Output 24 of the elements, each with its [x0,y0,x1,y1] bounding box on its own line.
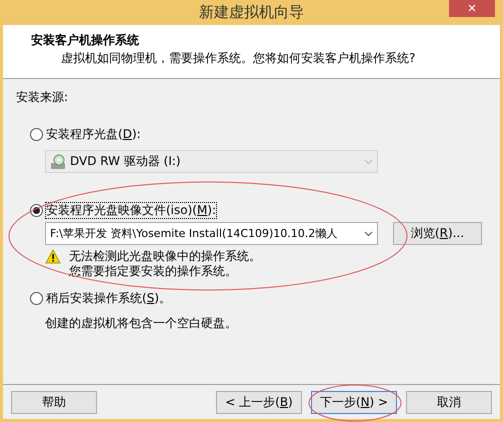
window-title: 新建虚拟机向导 [199,3,304,22]
wizard-button[interactable]: 下一步(N) > [311,390,397,414]
page-description: 虚拟机如同物理机，需要操作系统。您将如何安装客户机操作系统? [61,51,416,66]
wizard-button[interactable]: 帮助 [11,390,97,414]
drive-dropdown[interactable]: DVD RW 驱动器 (I:) [45,150,378,173]
dropdown-value: DVD RW 驱动器 (I:) [70,154,182,169]
radio-label[interactable]: 安装程序光盘(D): [46,127,141,142]
option-note: 创建的虚拟机将包含一个空白硬盘。 [45,316,238,331]
wizard-button[interactable]: < 上一步(B) [216,390,302,414]
warning-message: 无法检测此光盘映像中的操作系统。 您需要指定要安装的操作系统。 [69,249,261,279]
radio-button[interactable] [30,204,43,217]
iso-path-dropdown[interactable]: F:\苹果开发 资料\Yosemite Install(14C109)10.10.2懒人 [45,222,378,245]
page-heading: 安装客户机操作系统 [31,33,140,48]
section-label: 安装来源: [16,90,70,105]
wizard-button[interactable]: 取消 [406,390,492,414]
disc-drive-icon [50,154,66,170]
browse-button[interactable]: 浏览(R)... [393,222,482,245]
close-button[interactable]: ✕ [449,0,495,17]
radio-button[interactable] [30,292,43,305]
radio-label[interactable]: 安装程序光盘映像文件(iso)(M): [46,203,216,218]
warning-icon [45,249,61,264]
radio-label[interactable]: 稍后安装操作系统(S)。 [46,291,171,306]
dropdown-value: F:\苹果开发 资料\Yosemite Install(14C109)10.10.2懒人 [50,226,338,240]
radio-button[interactable] [30,128,43,141]
